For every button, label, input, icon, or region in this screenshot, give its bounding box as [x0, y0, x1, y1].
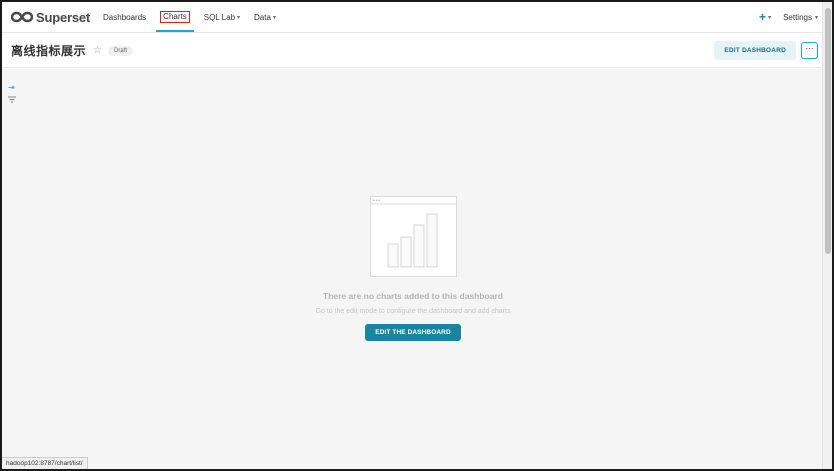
superset-logo-icon: [11, 11, 33, 23]
top-navbar: Superset Dashboards Charts SQL Lab ▾ Dat…: [2, 2, 824, 33]
brand[interactable]: Superset: [11, 2, 90, 32]
nav-charts[interactable]: Charts: [156, 2, 194, 32]
chevron-down-icon: ▾: [814, 14, 818, 21]
chevron-down-icon: ▾: [237, 14, 241, 21]
nav-data-label: Data: [254, 12, 271, 22]
dashboard-title[interactable]: 离线指标展示: [11, 42, 86, 59]
dashboard-header: 离线指标展示 ☆ Draft EDIT DASHBOARD ···: [2, 34, 824, 68]
status-bar-url: hadoop102:8787/chart/list/: [2, 457, 88, 469]
edit-dashboard-button[interactable]: EDIT DASHBOARD: [714, 41, 796, 60]
app-window: Superset Dashboards Charts SQL Lab ▾ Dat…: [0, 0, 834, 471]
empty-state: There are no charts added to this dashbo…: [2, 196, 824, 341]
scrollbar-thumb[interactable]: [825, 8, 831, 254]
nav-right: + ▾ Settings ▾: [759, 2, 818, 32]
empty-chart-illustration-icon: [369, 196, 457, 277]
edit-the-dashboard-button[interactable]: EDIT THE DASHBOARD: [365, 324, 461, 341]
dashboard-content: ⇥ There are no charts added to this dash…: [2, 69, 824, 469]
brand-name: Superset: [36, 9, 91, 25]
chevron-down-icon: ▾: [272, 14, 276, 21]
vertical-scrollbar[interactable]: [822, 2, 832, 469]
settings-label: Settings: [783, 12, 812, 22]
new-menu-button[interactable]: + ▾: [759, 10, 771, 24]
nav-data[interactable]: Data ▾: [254, 2, 276, 32]
settings-menu[interactable]: Settings ▾: [783, 13, 818, 22]
filter-icon[interactable]: [8, 96, 16, 105]
draft-status-badge[interactable]: Draft: [107, 45, 133, 56]
nav-sql-lab-label: SQL Lab: [203, 12, 236, 22]
chevron-down-icon: ▾: [768, 14, 772, 21]
nav-dashboards[interactable]: Dashboards: [103, 2, 146, 32]
empty-state-title: There are no charts added to this dashbo…: [323, 291, 503, 301]
plus-icon: +: [759, 10, 767, 24]
filter-lines-icon: [8, 96, 16, 103]
nav-sql-lab[interactable]: SQL Lab ▾: [204, 2, 240, 32]
nav-charts-label: Charts: [160, 11, 190, 23]
header-actions: EDIT DASHBOARD ···: [714, 41, 818, 60]
favorite-star-icon[interactable]: ☆: [93, 45, 102, 56]
expand-filter-bar-icon[interactable]: ⇥: [8, 83, 16, 92]
more-options-button[interactable]: ···: [801, 42, 818, 59]
nav-dashboards-label: Dashboards: [103, 12, 147, 22]
filter-bar-collapsed: ⇥: [8, 83, 16, 105]
empty-state-subtitle: Go to the edit mode to configure the das…: [315, 308, 511, 315]
